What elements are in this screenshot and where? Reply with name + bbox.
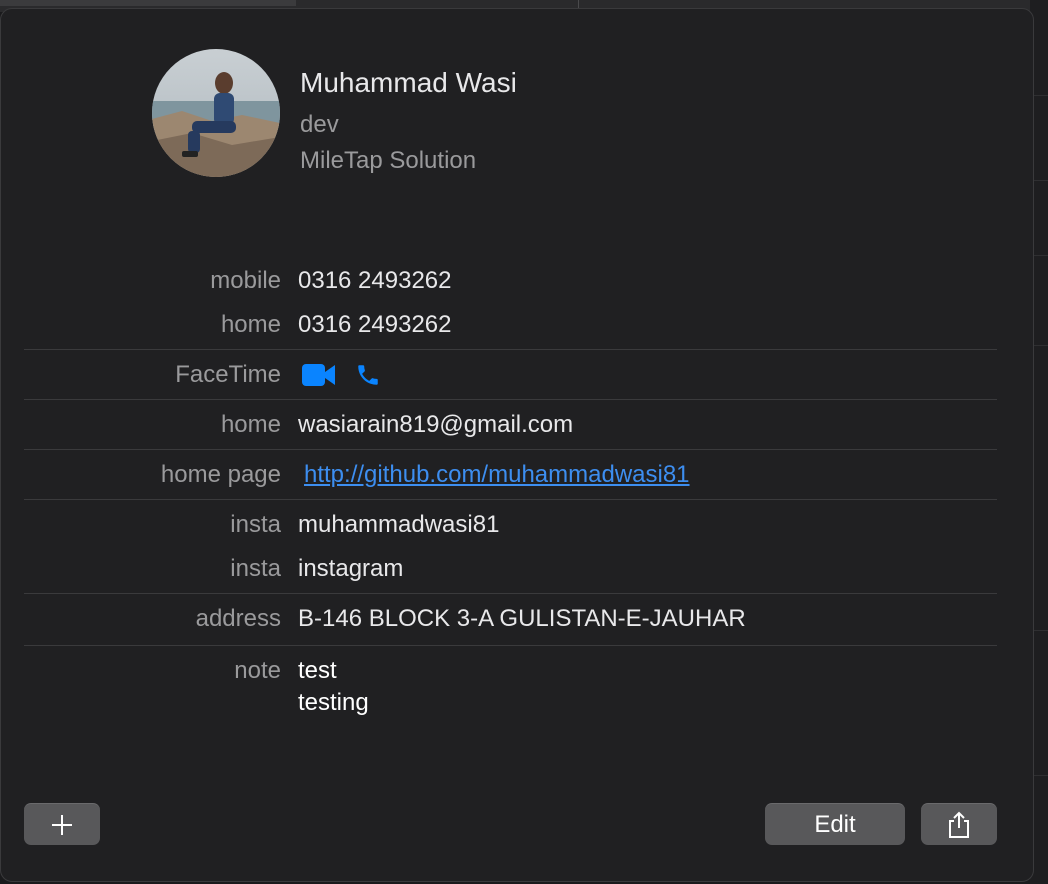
phone-icon[interactable] [355, 362, 381, 388]
share-button[interactable] [921, 803, 997, 845]
divider [24, 399, 997, 400]
contact-card-panel: Muhammad Wasi dev MileTap Solution mobil… [0, 8, 1034, 882]
contact-name: Muhammad Wasi [300, 67, 517, 98]
home-phone-label: home [220, 311, 281, 338]
video-camera-icon[interactable] [302, 363, 336, 387]
address-label: address [195, 605, 281, 632]
homepage-label: home page [160, 461, 281, 488]
facetime-label: FaceTime [175, 361, 281, 388]
edit-button[interactable]: Edit [765, 803, 905, 845]
email-value[interactable]: wasiarain819@gmail.com [298, 411, 573, 439]
mobile-value[interactable]: 0316 2493262 [298, 267, 452, 295]
insta-value[interactable]: instagram [298, 555, 403, 583]
share-icon [949, 811, 969, 838]
divider [24, 499, 997, 500]
avatar [152, 49, 280, 177]
note-line-2[interactable]: testing [298, 689, 369, 717]
divider [24, 449, 997, 450]
insta-label: insta [230, 511, 281, 538]
email-label: home [220, 411, 281, 438]
divider [24, 645, 997, 646]
divider [24, 593, 997, 594]
avatar-photo [152, 49, 280, 177]
background-tab [0, 0, 296, 6]
mobile-label: mobile [210, 267, 281, 294]
background-messages-tab [300, 0, 579, 8]
add-button[interactable] [24, 803, 100, 845]
insta-label: insta [230, 555, 281, 582]
contact-job-title: dev [300, 111, 339, 138]
note-label: note [234, 657, 281, 684]
home-phone-value[interactable]: 0316 2493262 [298, 311, 452, 339]
homepage-link[interactable]: http://github.com/muhammadwasi81 [304, 461, 690, 489]
note-line-1[interactable]: test [298, 657, 337, 685]
plus-icon [52, 814, 72, 835]
divider [24, 349, 997, 350]
address-value[interactable]: B-146 BLOCK 3-A GULISTAN-E-JAUHAR [298, 605, 746, 633]
insta-value[interactable]: muhammadwasi81 [298, 511, 499, 539]
contact-company: MileTap Solution [300, 147, 477, 174]
